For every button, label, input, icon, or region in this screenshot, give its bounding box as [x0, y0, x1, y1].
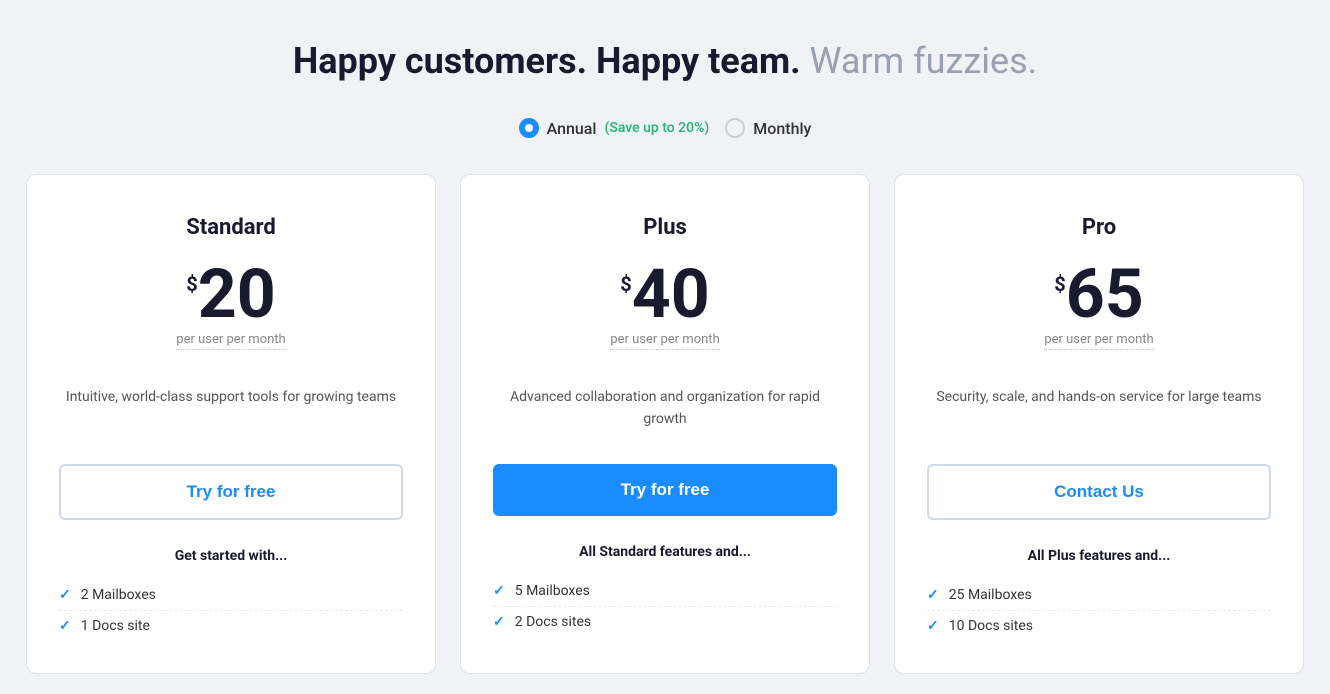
features-header: Get started with... — [175, 548, 288, 564]
plan-name: Standard — [186, 215, 276, 240]
page-headline: Happy customers. Happy team. Warm fuzzie… — [293, 40, 1037, 82]
price-period: per user per month — [176, 332, 285, 350]
check-icon: ✓ — [927, 618, 939, 634]
billing-toggle: Annual (Save up to 20%) Monthly — [519, 118, 812, 138]
cta-button-standard[interactable]: Try for free — [59, 464, 403, 520]
check-icon: ✓ — [59, 587, 71, 603]
feature-text: 2 Mailboxes — [81, 587, 156, 603]
plan-card-plus: Plus $ 40 per user per month Advanced co… — [460, 174, 870, 674]
headline-part2: Warm fuzzies. — [801, 40, 1038, 82]
feature-list: ✓ 25 Mailboxes ✓ 10 Docs sites — [927, 580, 1271, 641]
feature-text: 25 Mailboxes — [949, 587, 1032, 603]
plan-price: $ 65 — [1054, 260, 1144, 328]
price-amount: 65 — [1066, 260, 1144, 328]
feature-item: ✓ 10 Docs sites — [927, 611, 1271, 641]
plan-name: Pro — [1082, 215, 1116, 240]
annual-option[interactable]: Annual (Save up to 20%) — [519, 118, 710, 138]
feature-text: 5 Mailboxes — [515, 583, 590, 599]
plans-container: Standard $ 20 per user per month Intuiti… — [25, 174, 1305, 674]
features-header: All Standard features and... — [579, 544, 751, 560]
features-header: All Plus features and... — [1028, 548, 1171, 564]
price-currency: $ — [1054, 272, 1065, 296]
price-period: per user per month — [1044, 332, 1153, 350]
feature-text: 10 Docs sites — [949, 618, 1033, 634]
cta-button-plus[interactable]: Try for free — [493, 464, 837, 516]
plan-price: $ 40 — [620, 260, 710, 328]
monthly-radio[interactable] — [725, 118, 745, 138]
feature-text: 2 Docs sites — [515, 614, 591, 630]
plan-name: Plus — [643, 215, 687, 240]
check-icon: ✓ — [493, 583, 505, 599]
plan-price: $ 20 — [186, 260, 276, 328]
feature-item: ✓ 5 Mailboxes — [493, 576, 837, 607]
price-amount: 20 — [198, 260, 276, 328]
price-amount: 40 — [632, 260, 710, 328]
plan-card-pro: Pro $ 65 per user per month Security, sc… — [894, 174, 1304, 674]
annual-label: Annual — [547, 119, 597, 138]
feature-list: ✓ 5 Mailboxes ✓ 2 Docs sites — [493, 576, 837, 637]
plan-description: Intuitive, world-class support tools for… — [66, 386, 396, 436]
feature-item: ✓ 2 Mailboxes — [59, 580, 403, 611]
annual-save-badge: (Save up to 20%) — [605, 120, 710, 136]
check-icon: ✓ — [493, 614, 505, 630]
feature-text: 1 Docs site — [81, 618, 150, 634]
price-currency: $ — [620, 272, 631, 296]
plan-card-standard: Standard $ 20 per user per month Intuiti… — [26, 174, 436, 674]
check-icon: ✓ — [59, 618, 71, 634]
plan-description: Security, scale, and hands-on service fo… — [936, 386, 1261, 436]
check-icon: ✓ — [927, 587, 939, 603]
feature-list: ✓ 2 Mailboxes ✓ 1 Docs site — [59, 580, 403, 641]
plan-description: Advanced collaboration and organization … — [493, 386, 837, 436]
headline-part1: Happy customers. Happy team. — [293, 40, 801, 82]
price-currency: $ — [186, 272, 197, 296]
feature-item: ✓ 25 Mailboxes — [927, 580, 1271, 611]
feature-item: ✓ 2 Docs sites — [493, 607, 837, 637]
price-period: per user per month — [610, 332, 719, 350]
monthly-option[interactable]: Monthly — [725, 118, 811, 138]
feature-item: ✓ 1 Docs site — [59, 611, 403, 641]
monthly-label: Monthly — [753, 119, 811, 138]
annual-radio[interactable] — [519, 118, 539, 138]
cta-button-pro[interactable]: Contact Us — [927, 464, 1271, 520]
